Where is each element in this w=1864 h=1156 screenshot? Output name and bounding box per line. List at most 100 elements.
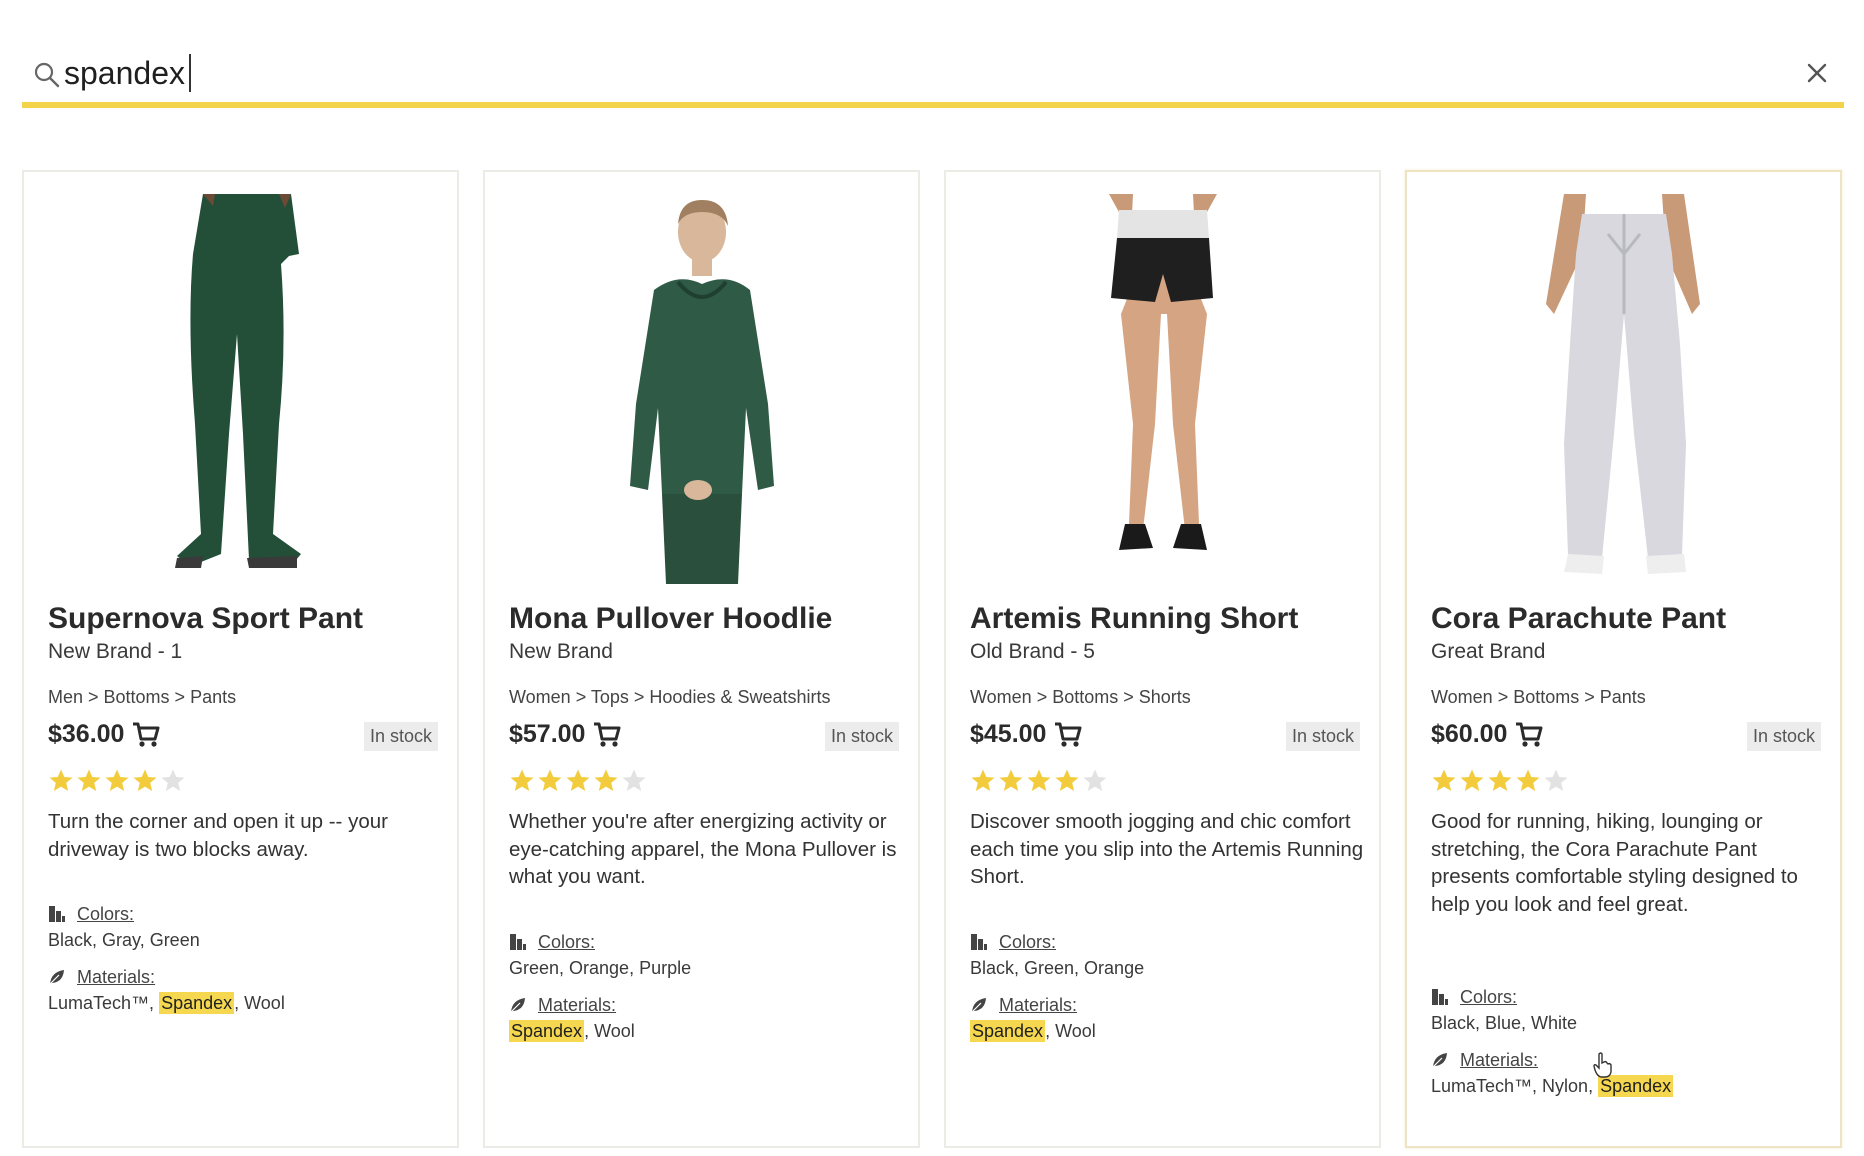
- hoodie-image: [629, 200, 774, 584]
- product-breadcrumb: Women > Tops > Hoodies & Sweatshirts: [509, 687, 831, 707]
- colors-label: Colors:: [970, 932, 1056, 953]
- swatches-icon: [971, 934, 987, 950]
- materials-values: LumaTech™, Spandex, Wool: [48, 992, 285, 1014]
- star-filled-icon: [105, 769, 129, 791]
- shorts-image: [1108, 194, 1217, 550]
- colors-label: Colors:: [48, 904, 134, 925]
- colors-link[interactable]: Colors:: [538, 932, 595, 952]
- colors-values: Black, Gray, Green: [48, 930, 200, 950]
- materials-text: LumaTech™, Nylon,: [1431, 1076, 1599, 1096]
- product-image[interactable]: [946, 194, 1379, 584]
- materials-text: , Wool: [234, 993, 285, 1013]
- leaf-icon: [49, 970, 64, 985]
- colors-values: Black, Green, Orange: [970, 958, 1145, 978]
- star-rating: [48, 768, 186, 798]
- product-card[interactable]: Cora Parachute Pant Great Brand Women > …: [1405, 170, 1842, 1148]
- search-bar: [22, 38, 1844, 108]
- product-image[interactable]: [24, 194, 457, 584]
- star-filled-icon: [1055, 769, 1079, 791]
- colors-link[interactable]: Colors:: [1460, 987, 1517, 1007]
- star-rating: [970, 768, 1108, 798]
- materials-label: Materials:: [48, 967, 155, 988]
- stock-badge: In stock: [1285, 722, 1360, 751]
- product-price: $57.00: [509, 720, 586, 748]
- star-filled-icon: [1460, 769, 1484, 791]
- close-icon[interactable]: [1802, 58, 1832, 88]
- product-description: Discover smooth jogging and chic comfort…: [970, 810, 1364, 888]
- colors-values: Black, Blue, White: [1431, 1013, 1578, 1033]
- swatches-icon: [1432, 989, 1448, 1005]
- star-filled-icon: [49, 769, 73, 791]
- product-breadcrumb: Men > Bottoms > Pants: [48, 687, 237, 707]
- search-input[interactable]: [64, 48, 1744, 98]
- star-filled-icon: [594, 769, 618, 791]
- cart-icon[interactable]: [593, 722, 621, 748]
- star-rating: [509, 768, 647, 798]
- product-image[interactable]: [1407, 194, 1840, 584]
- leaf-icon: [510, 998, 525, 1013]
- product-image[interactable]: [485, 194, 918, 584]
- star-empty-icon: [161, 769, 185, 791]
- search-icon: [34, 62, 60, 88]
- colors-label: Colors:: [1431, 987, 1517, 1008]
- product-brand: Old Brand - 5: [970, 640, 1095, 663]
- product-breadcrumb: Women > Bottoms > Pants: [1431, 687, 1646, 707]
- star-filled-icon: [1432, 769, 1456, 791]
- materials-text: , Wool: [584, 1021, 635, 1041]
- product-description: Turn the corner and open it up -- your d…: [48, 810, 388, 861]
- text-caret: [188, 54, 191, 92]
- leaf-icon: [971, 998, 986, 1013]
- star-filled-icon: [1488, 769, 1512, 791]
- price-row: $45.00 In stock: [970, 716, 1360, 756]
- product-title[interactable]: Artemis Running Short: [970, 602, 1298, 636]
- star-filled-icon: [971, 769, 995, 791]
- product-description: Whether you're after energizing activity…: [509, 810, 897, 888]
- star-filled-icon: [77, 769, 101, 791]
- star-empty-icon: [1083, 769, 1107, 791]
- product-title[interactable]: Supernova Sport Pant: [48, 602, 363, 636]
- materials-label: Materials:: [509, 995, 616, 1016]
- materials-link[interactable]: Materials:: [538, 995, 616, 1015]
- colors-values: Green, Orange, Purple: [509, 958, 692, 978]
- star-filled-icon: [566, 769, 590, 791]
- colors-link[interactable]: Colors:: [999, 932, 1056, 952]
- product-brand: New Brand - 1: [48, 640, 183, 663]
- price-row: $60.00 In stock: [1431, 716, 1821, 756]
- cart-icon[interactable]: [1054, 722, 1082, 748]
- materials-link[interactable]: Materials:: [1460, 1050, 1538, 1070]
- product-price: $36.00: [48, 720, 125, 748]
- search-highlight: Spandex: [1598, 1075, 1674, 1097]
- product-card[interactable]: Supernova Sport Pant New Brand - 1 Men >…: [22, 170, 459, 1148]
- colors-link[interactable]: Colors:: [77, 904, 134, 924]
- search-highlight: Spandex: [159, 992, 235, 1014]
- star-filled-icon: [999, 769, 1023, 791]
- star-filled-icon: [510, 769, 534, 791]
- product-title[interactable]: Mona Pullover Hoodlie: [509, 602, 832, 636]
- cart-icon[interactable]: [132, 722, 160, 748]
- stock-badge: In stock: [1746, 722, 1821, 751]
- materials-values: LumaTech™, Nylon, Spandex: [1431, 1075, 1674, 1097]
- search-results: Supernova Sport Pant New Brand - 1 Men >…: [22, 170, 1844, 1150]
- star-filled-icon: [1027, 769, 1051, 791]
- materials-link[interactable]: Materials:: [77, 967, 155, 987]
- colors-label: Colors:: [509, 932, 595, 953]
- product-price: $45.00: [970, 720, 1047, 748]
- star-filled-icon: [538, 769, 562, 791]
- parachute-pant-image: [1545, 194, 1700, 574]
- cart-icon[interactable]: [1515, 722, 1543, 748]
- price-row: $57.00 In stock: [509, 716, 899, 756]
- product-card[interactable]: Artemis Running Short Old Brand - 5 Wome…: [944, 170, 1381, 1148]
- materials-link[interactable]: Materials:: [999, 995, 1077, 1015]
- materials-values: Spandex, Wool: [970, 1020, 1096, 1042]
- swatches-icon: [510, 934, 526, 950]
- materials-label: Materials:: [970, 995, 1077, 1016]
- product-title[interactable]: Cora Parachute Pant: [1431, 602, 1726, 636]
- star-rating: [1431, 768, 1569, 798]
- materials-text: , Wool: [1045, 1021, 1096, 1041]
- star-filled-icon: [133, 769, 157, 791]
- product-breadcrumb: Women > Bottoms > Shorts: [970, 687, 1191, 707]
- product-card[interactable]: Mona Pullover Hoodlie New Brand Women > …: [483, 170, 920, 1148]
- materials-text: LumaTech™,: [48, 993, 160, 1013]
- leaf-icon: [1432, 1053, 1447, 1068]
- price-row: $36.00 In stock: [48, 716, 438, 756]
